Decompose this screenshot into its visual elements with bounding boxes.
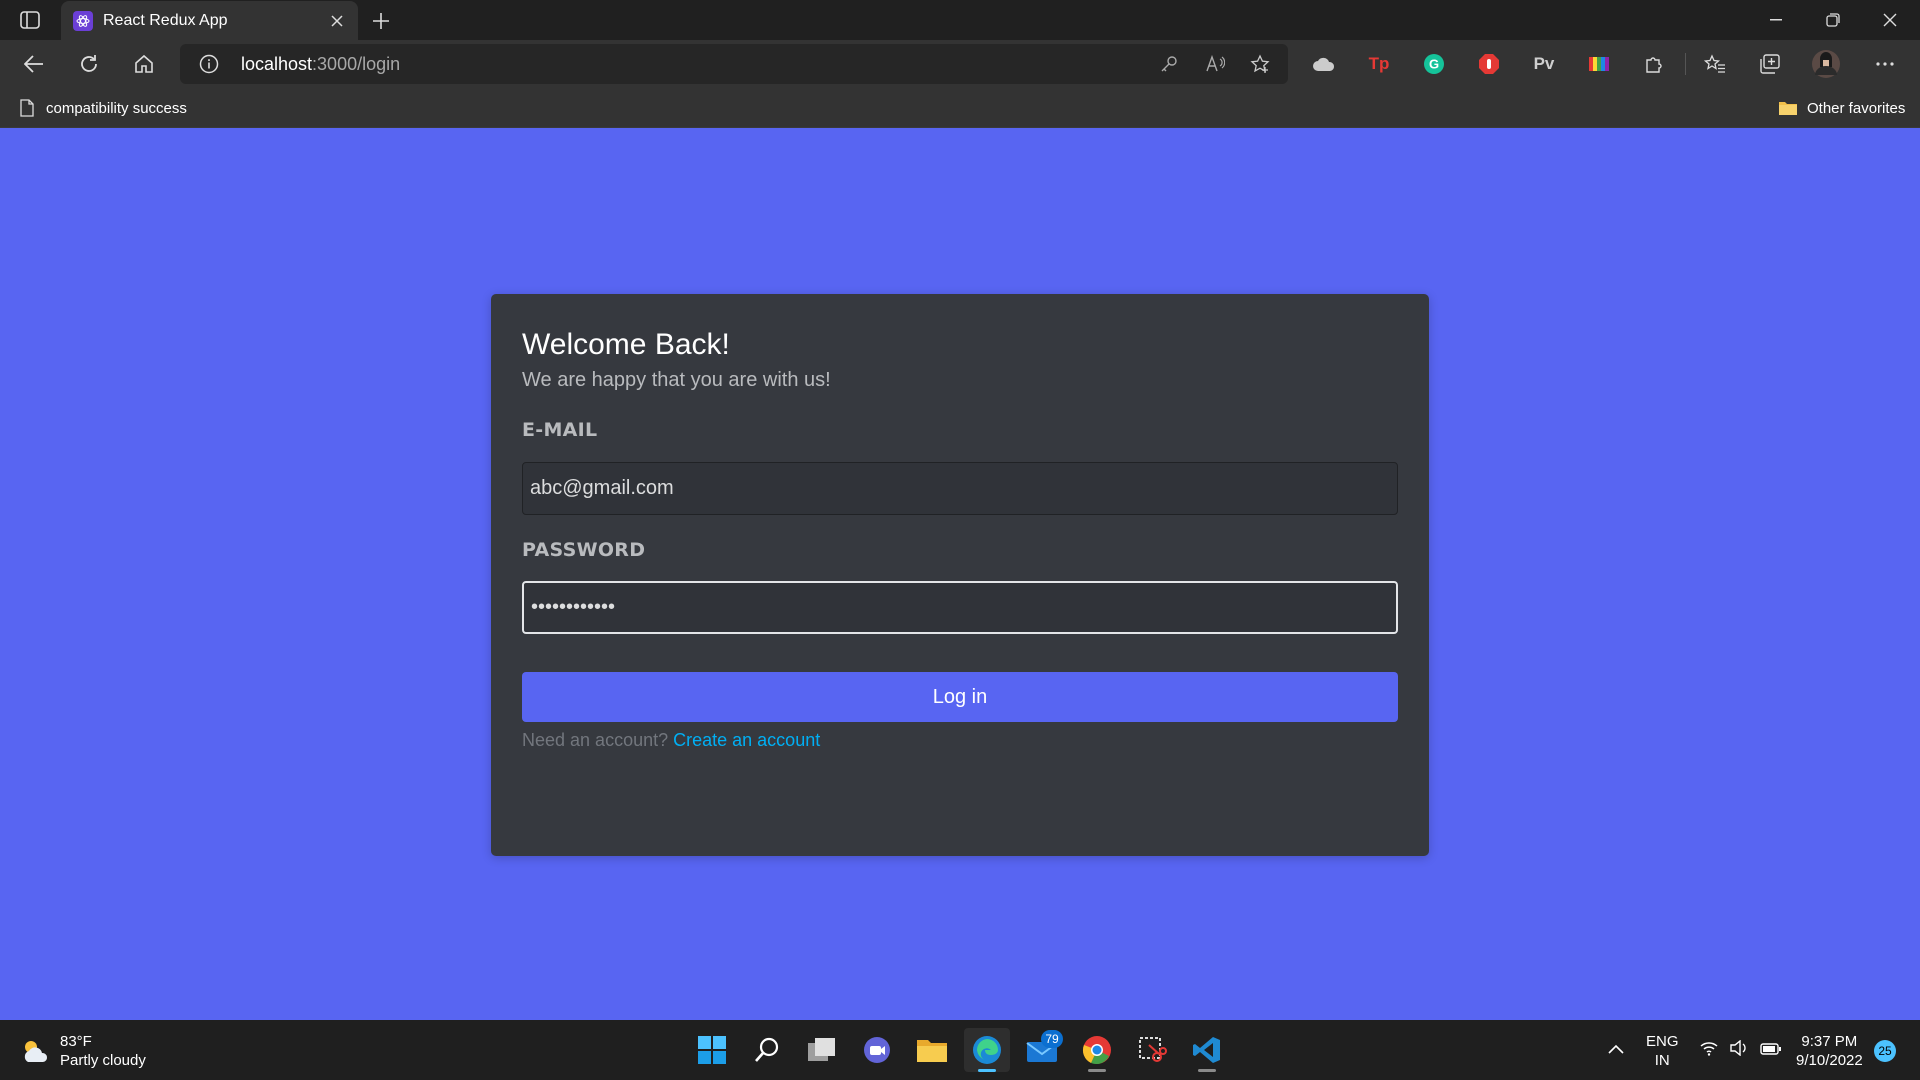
running-indicator	[1088, 1069, 1106, 1072]
quick-settings[interactable]	[1700, 1039, 1782, 1061]
other-favorites[interactable]: Other favorites	[1778, 95, 1905, 121]
login-button[interactable]: Log in	[522, 672, 1398, 722]
notification-count[interactable]: 25	[1874, 1040, 1896, 1062]
url-text[interactable]: localhost:3000/login	[241, 54, 400, 75]
weather-widget[interactable]: 83°F Partly cloudy	[20, 1032, 146, 1070]
profile-avatar[interactable]	[1811, 49, 1841, 79]
snipping-tool-icon	[1139, 1037, 1167, 1062]
vscode-icon	[1193, 1037, 1220, 1063]
volume-icon	[1730, 1039, 1746, 1057]
snipping-tool-button[interactable]	[1129, 1028, 1175, 1072]
chevron-up-icon	[1608, 1044, 1624, 1054]
other-favorites-label: Other favorites	[1807, 99, 1906, 117]
windows-taskbar: 83°F Partly cloudy 79 ENG IN 9:37 PM 9/1…	[0, 1020, 1920, 1080]
email-label: E-MAIL	[522, 419, 598, 441]
site-info-icon[interactable]	[199, 54, 219, 74]
address-bar[interactable]: localhost:3000/login	[180, 44, 1288, 84]
adblock-icon[interactable]	[1474, 49, 1504, 79]
partly-cloudy-icon	[24, 1041, 48, 1062]
region-code: IN	[1654, 1052, 1670, 1069]
extension-pv-icon[interactable]: Pv	[1529, 49, 1559, 79]
svg-text:G: G	[1429, 57, 1439, 72]
tab-actions-icon[interactable]	[14, 8, 46, 32]
key-icon[interactable]	[1158, 53, 1180, 75]
search-icon	[755, 1037, 779, 1062]
clock[interactable]: 9:37 PM 9/10/2022	[1796, 1032, 1863, 1070]
vscode-button[interactable]	[1184, 1028, 1230, 1072]
chat-icon	[864, 1037, 890, 1063]
read-aloud-icon[interactable]	[1204, 53, 1226, 75]
grammarly-icon[interactable]: G	[1419, 49, 1449, 79]
favorites-bar: compatibility success Other favorites	[0, 88, 1920, 128]
weather-desc: Partly cloudy	[60, 1052, 146, 1069]
chrome-button[interactable]	[1074, 1028, 1120, 1072]
running-indicator	[1198, 1069, 1216, 1072]
clock-time: 9:37 PM	[1801, 1033, 1858, 1050]
add-favorite-icon[interactable]	[1249, 53, 1271, 75]
register-prompt-text: Need an account?	[522, 730, 669, 750]
weather-temp: 83°F	[60, 1033, 92, 1050]
toolbar-divider	[1685, 53, 1686, 75]
login-subtitle: We are happy that you are with us!	[522, 369, 831, 391]
password-label: PASSWORD	[522, 539, 646, 561]
react-favicon-icon	[73, 10, 93, 31]
refresh-icon[interactable]	[71, 47, 107, 81]
back-arrow-icon[interactable]	[16, 47, 52, 81]
edge-browser-button[interactable]	[964, 1028, 1010, 1072]
collections-icon[interactable]	[1755, 49, 1785, 79]
windows-logo-icon	[698, 1036, 726, 1064]
restore-icon[interactable]	[1804, 0, 1861, 40]
extension-tp-icon[interactable]: Tp	[1364, 49, 1394, 79]
minimize-icon[interactable]	[1747, 0, 1804, 40]
extension-cloud-icon[interactable]	[1309, 49, 1339, 79]
file-explorer-button[interactable]	[909, 1028, 955, 1072]
home-icon[interactable]	[126, 47, 162, 81]
show-hidden-icons[interactable]	[1608, 1040, 1624, 1059]
search-button[interactable]	[744, 1028, 790, 1072]
new-tab-icon[interactable]	[366, 6, 396, 36]
close-window-icon[interactable]	[1861, 0, 1918, 40]
active-indicator	[978, 1069, 996, 1072]
language-indicator[interactable]: ENG IN	[1646, 1032, 1679, 1070]
clock-date: 9/10/2022	[1796, 1052, 1863, 1069]
login-card: Welcome Back! We are happy that you are …	[491, 294, 1429, 856]
favorite-label: compatibility success	[46, 99, 187, 117]
favorite-compatibility-success[interactable]: compatibility success	[20, 95, 187, 121]
browser-tab-active[interactable]: React Redux App	[61, 1, 358, 40]
chrome-icon	[1082, 1036, 1111, 1065]
page-icon	[20, 99, 34, 117]
favorites-icon[interactable]	[1700, 49, 1730, 79]
email-field[interactable]	[522, 462, 1398, 515]
extensions-puzzle-icon[interactable]	[1639, 49, 1669, 79]
folder-icon	[917, 1040, 947, 1062]
browser-toolbar: localhost:3000/login Tp G Pv	[0, 40, 1920, 88]
teams-chat-button[interactable]	[854, 1028, 900, 1072]
battery-icon	[1760, 1043, 1782, 1055]
language-code: ENG	[1646, 1033, 1679, 1050]
create-account-link[interactable]: Create an account	[673, 730, 820, 750]
start-button[interactable]	[689, 1028, 735, 1072]
edge-icon	[973, 1036, 1001, 1064]
color-palette-icon[interactable]	[1584, 49, 1614, 79]
more-options-icon[interactable]	[1870, 49, 1900, 79]
tab-title: React Redux App	[103, 11, 228, 29]
mail-badge: 79	[1041, 1030, 1063, 1048]
mail-button[interactable]: 79	[1019, 1028, 1065, 1072]
password-field[interactable]	[522, 581, 1398, 634]
wifi-icon	[1700, 1042, 1718, 1056]
folder-icon	[1779, 102, 1797, 115]
close-tab-icon[interactable]	[322, 6, 352, 36]
task-view-button[interactable]	[799, 1028, 845, 1072]
browser-tab-bar: React Redux App	[0, 0, 1920, 40]
login-title: Welcome Back!	[522, 328, 730, 361]
task-view-icon	[808, 1038, 835, 1061]
register-prompt: Need an account? Create an account	[522, 730, 820, 751]
